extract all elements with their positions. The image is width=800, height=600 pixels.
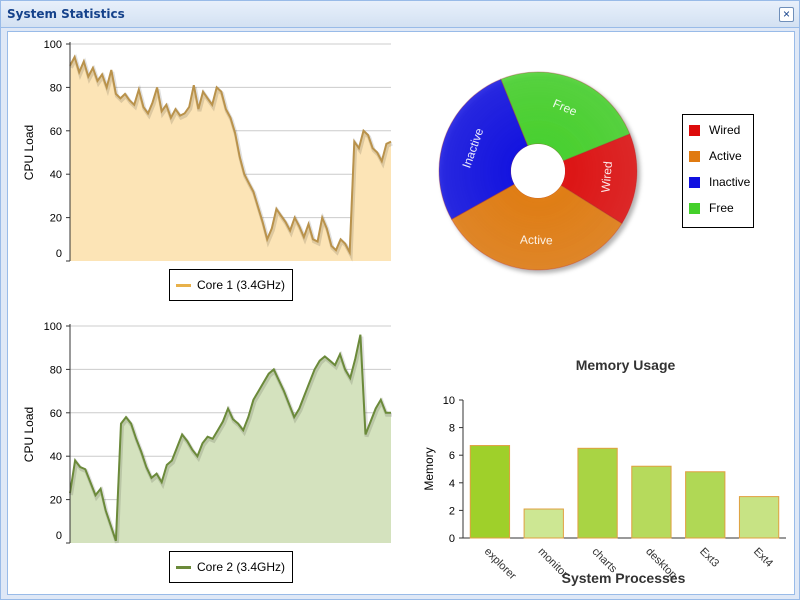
core2-legend-label: Core 2 (3.4GHz) — [197, 560, 286, 574]
pie-legend: Wired Active Inactive Free — [682, 114, 754, 228]
statistics-window: System Statistics × 0 20 40 60 80 100 CPU Load… — [0, 0, 800, 600]
charts-panel: 0 20 40 60 80 100 CPU Load Core 1 (3.4GHz) Wir… — [7, 31, 795, 595]
window-title: System Statistics — [7, 7, 125, 21]
pie-legend-swatch — [689, 176, 700, 188]
bar — [631, 465, 672, 539]
pie-legend-item-active: Active — [689, 149, 742, 163]
y-tick-label: 4 — [449, 478, 455, 490]
pie-slice-label: Active — [520, 233, 553, 248]
memory-pie-chart: WiredActiveInactiveFree — [438, 71, 638, 271]
pie-legend-swatch — [689, 150, 700, 162]
pie-legend-item-free: Free — [689, 201, 734, 215]
pie-legend-item-wired: Wired — [689, 123, 740, 137]
bar — [469, 445, 511, 539]
bar — [738, 496, 780, 539]
y-axis-label: Memory — [422, 447, 436, 490]
bar — [685, 471, 726, 539]
y-tick-label: 2 — [449, 505, 455, 517]
y-tick-label: 80 — [50, 82, 62, 94]
core2-legend: Core 2 (3.4GHz) — [169, 551, 293, 583]
close-button[interactable]: × — [779, 7, 794, 22]
y-tick-label: 0 — [56, 248, 62, 260]
y-tick-label: 100 — [44, 321, 62, 333]
y-tick-label: 80 — [50, 364, 62, 376]
core2-legend-swatch — [176, 565, 191, 569]
x-axis-label: System Processes — [562, 570, 686, 586]
pie-legend-swatch — [689, 124, 700, 136]
memory-usage-bar-chart: Memory Usage0246810Memoryexplorer monitor… — [422, 357, 786, 586]
x-tick-label: Ext3 — [697, 546, 721, 570]
pie-legend-label: Free — [709, 201, 734, 215]
y-tick-label: 20 — [50, 213, 62, 225]
y-tick-label: 0 — [56, 530, 62, 542]
y-tick-label: 6 — [449, 450, 455, 462]
pie-legend-label: Inactive — [709, 175, 751, 189]
y-tick-label: 100 — [44, 39, 62, 51]
core1-legend: Core 1 (3.4GHz) — [169, 269, 293, 301]
core1-legend-swatch — [176, 283, 191, 287]
close-icon: × — [782, 7, 790, 21]
pie-legend-label: Active — [709, 149, 742, 163]
y-tick-label: 60 — [50, 126, 62, 138]
y-tick-label: 40 — [50, 451, 62, 463]
y-tick-label: 40 — [50, 169, 62, 181]
pie-slice-label: Wired — [598, 161, 615, 193]
y-tick-label: 60 — [50, 408, 62, 420]
bar — [523, 508, 564, 539]
core1-legend-label: Core 1 (3.4GHz) — [197, 278, 286, 292]
y-axis-label: CPU Load — [22, 407, 36, 462]
pie-legend-item-inactive: Inactive — [689, 175, 750, 189]
x-tick-label: explorer — [482, 546, 519, 583]
pie-legend-label: Wired — [709, 123, 741, 137]
y-tick-label: 8 — [449, 423, 455, 435]
y-axis-label: CPU Load — [22, 125, 36, 180]
x-tick-label: Ext4 — [751, 546, 775, 570]
bar-chart-title: Memory Usage — [576, 357, 676, 373]
pie-hole — [511, 144, 565, 198]
y-tick-label: 20 — [50, 495, 62, 507]
pie-legend-swatch — [689, 202, 700, 214]
window-titlebar[interactable]: System Statistics × — [1, 1, 799, 28]
y-tick-label: 0 — [449, 533, 455, 545]
bar — [577, 447, 618, 539]
y-tick-label: 10 — [443, 395, 455, 407]
